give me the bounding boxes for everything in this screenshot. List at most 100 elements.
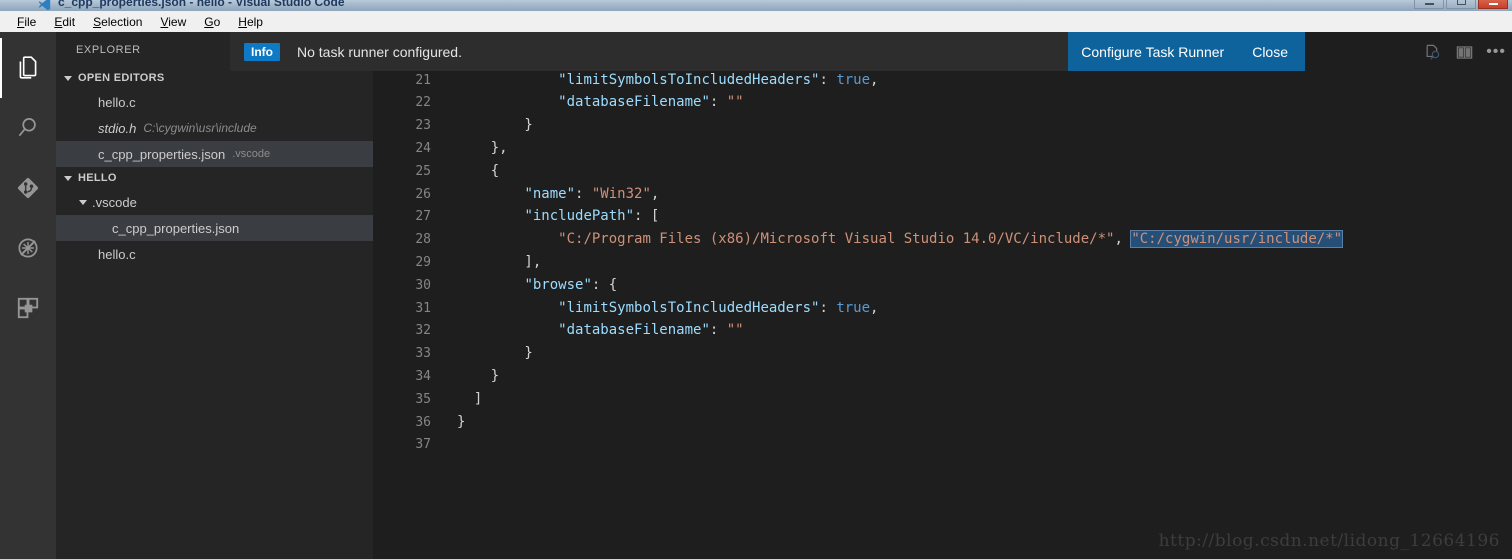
code-token: "includePath": [524, 208, 635, 225]
workbench: EXPLORER OPEN EDITORS hello.c stdio.h C:…: [0, 32, 1512, 559]
section-folder-label: HELLO: [78, 172, 117, 184]
activity-item-search[interactable]: [0, 98, 56, 158]
open-editor-c-cpp-properties-json[interactable]: c_cpp_properties.json .vscode: [56, 141, 373, 167]
code-token: "Win32": [591, 185, 651, 202]
code-token: ],: [457, 253, 542, 270]
open-editor-hello-c[interactable]: hello.c: [56, 89, 373, 115]
code-token: ,: [870, 299, 879, 316]
activity-item-source-control[interactable]: [0, 158, 56, 218]
search-icon: [19, 118, 36, 136]
status-badge: Info: [244, 42, 280, 61]
code-token: : {: [591, 276, 618, 293]
window-controls: [1414, 0, 1508, 9]
code-token: true: [836, 299, 871, 316]
activity-item-explorer[interactable]: [0, 38, 56, 98]
code-line[interactable]: 36}: [373, 411, 1512, 434]
line-number: 35: [415, 391, 431, 407]
maximize-button[interactable]: [1446, 0, 1476, 9]
more-actions-icon[interactable]: •••: [1486, 44, 1506, 60]
watermark-text: http://blog.csdn.net/lidong_12664196: [1158, 531, 1500, 551]
open-editor-path: C:\cygwin\usr\include: [143, 121, 257, 135]
code-line[interactable]: 29 ],: [373, 251, 1512, 274]
section-open-editors-label: OPEN EDITORS: [78, 72, 165, 84]
code-token: }: [457, 367, 500, 384]
explorer-icon: [19, 56, 37, 79]
menu-selection[interactable]: Selection: [84, 13, 151, 31]
line-number: 28: [415, 232, 431, 248]
code-line[interactable]: 37: [373, 433, 1512, 456]
code-token: },: [457, 139, 508, 156]
line-number: 21: [415, 72, 431, 88]
folder-item-label: .vscode: [92, 194, 137, 210]
open-editor-folder: .vscode: [232, 148, 271, 160]
menu-edit[interactable]: Edit: [45, 13, 84, 31]
code-token: "name": [524, 185, 576, 202]
activity-bar: [0, 32, 56, 559]
code-line[interactable]: 32 "databaseFilename": "": [373, 319, 1512, 342]
line-number: 32: [415, 323, 431, 339]
code-token: ,: [650, 185, 660, 202]
code-line[interactable]: 30 "browse": {: [373, 274, 1512, 297]
code-token: "databaseFilename": [558, 94, 710, 111]
section-folder-hello[interactable]: HELLO: [56, 167, 373, 189]
folder-item-label: c_cpp_properties.json: [112, 220, 240, 236]
notification-message: No task runner configured.: [297, 43, 462, 60]
split-editor-icon[interactable]: [1455, 43, 1474, 62]
folder-item-c-cpp-properties-json[interactable]: c_cpp_properties.json: [56, 215, 373, 241]
code-line[interactable]: 24 },: [373, 137, 1512, 160]
code-token: :: [709, 94, 727, 111]
code-line[interactable]: 26 "name": "Win32",: [373, 183, 1512, 206]
notification-actions: Configure Task Runner Close: [1068, 32, 1305, 71]
close-button[interactable]: [1478, 0, 1508, 9]
line-number: 27: [415, 209, 431, 225]
code-token: "C:/Program Files (x86)/Microsoft Visual…: [558, 231, 1115, 248]
code-line[interactable]: 34 }: [373, 365, 1512, 388]
code-line[interactable]: 27 "includePath": [: [373, 205, 1512, 228]
activity-item-debug[interactable]: [0, 218, 56, 278]
code-line[interactable]: 25 {: [373, 160, 1512, 183]
code-line[interactable]: 33 }: [373, 342, 1512, 365]
code-token: "browse": [524, 276, 592, 293]
line-number: 22: [415, 95, 431, 111]
line-number: 33: [415, 346, 431, 362]
window-title-bar: c_cpp_properties.json - hello - Visual S…: [0, 0, 1512, 11]
code-line[interactable]: 23 }: [373, 114, 1512, 137]
close-notification-button[interactable]: Close: [1252, 44, 1288, 60]
menu-view[interactable]: View: [151, 13, 195, 31]
code-token: :: [819, 71, 837, 88]
code-content[interactable]: 19 },20 "browse": {21 "limitSymbolsToInc…: [373, 32, 1512, 456]
code-token: :: [575, 185, 592, 202]
code-token: "": [726, 322, 744, 339]
line-number: 29: [415, 254, 431, 270]
code-token: ,: [870, 71, 879, 88]
code-line[interactable]: 21 "limitSymbolsToIncludedHeaders": true…: [373, 69, 1512, 92]
menu-file[interactable]: File: [8, 13, 45, 31]
code-line[interactable]: 31 "limitSymbolsToIncludedHeaders": true…: [373, 297, 1512, 320]
menu-go[interactable]: Go: [195, 13, 229, 31]
configure-task-runner-button[interactable]: Configure Task Runner: [1081, 44, 1224, 60]
chevron-down-icon: [64, 75, 72, 81]
line-number: 36: [415, 414, 431, 430]
folder-item-vscode[interactable]: .vscode: [56, 189, 373, 215]
menu-help[interactable]: Help: [229, 13, 272, 31]
code-line[interactable]: 35 ]: [373, 388, 1512, 411]
minimize-button[interactable]: [1414, 0, 1444, 9]
editor-pane[interactable]: 19 },20 "browse": {21 "limitSymbolsToInc…: [373, 32, 1512, 559]
code-line[interactable]: 28 "C:/Program Files (x86)/Microsoft Vis…: [373, 228, 1512, 251]
folder-item-hello-c[interactable]: hello.c: [56, 241, 373, 267]
line-number: 24: [415, 140, 431, 156]
open-preview-icon[interactable]: [1424, 43, 1443, 62]
open-editor-stdio-h[interactable]: stdio.h C:\cygwin\usr\include: [56, 115, 373, 141]
extensions-icon: [17, 297, 39, 319]
code-token: "limitSymbolsToIncludedHeaders": [558, 71, 820, 88]
line-number: 26: [415, 186, 431, 202]
code-token: :: [709, 322, 727, 339]
activity-item-extensions[interactable]: [0, 278, 56, 338]
code-token: {: [457, 162, 500, 179]
code-line[interactable]: 22 "databaseFilename": "": [373, 91, 1512, 114]
code-token: }: [457, 117, 533, 134]
